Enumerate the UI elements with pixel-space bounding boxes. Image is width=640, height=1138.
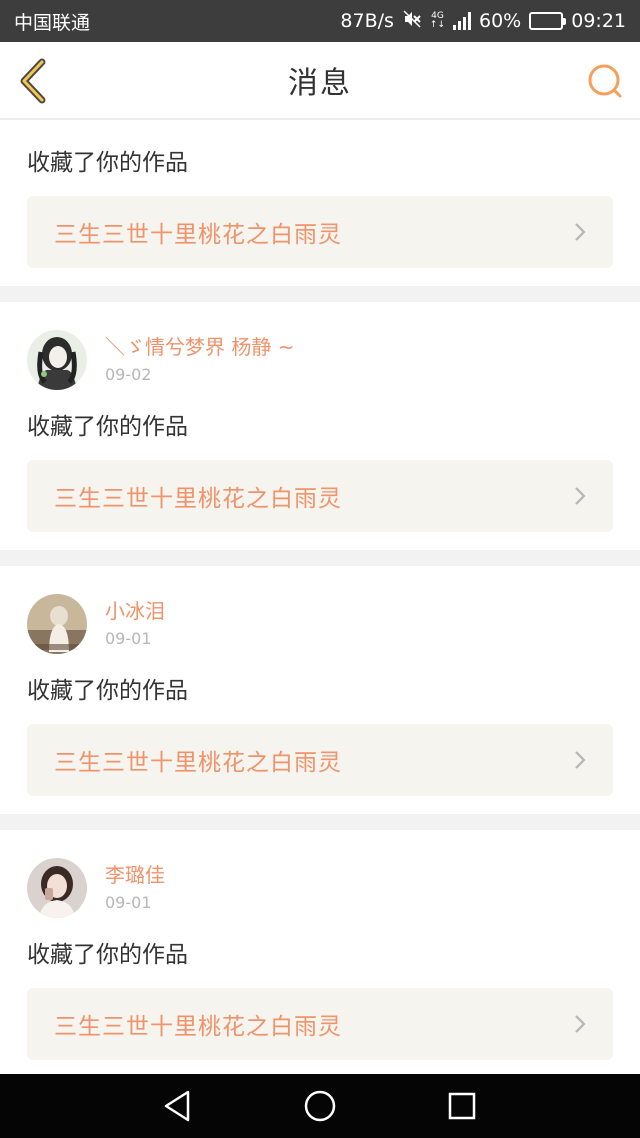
avatar[interactable] bbox=[27, 330, 87, 390]
chevron-right-icon bbox=[575, 223, 586, 241]
mute-icon bbox=[402, 9, 422, 34]
search-icon bbox=[588, 64, 622, 98]
message-card: 小冰泪 09-01 收藏了你的作品 三生三世十里桃花之白雨灵 bbox=[0, 566, 640, 814]
user-meta: 李璐佳 09-01 bbox=[105, 862, 165, 914]
chevron-right-icon bbox=[575, 751, 586, 769]
user-row[interactable]: 小冰泪 09-01 bbox=[27, 594, 165, 654]
search-button[interactable] bbox=[586, 62, 624, 100]
message-card: ＼ゞ情兮梦界 杨静 ~ 09-02 收藏了你的作品 三生三世十里桃花之白雨灵 bbox=[0, 302, 640, 550]
message-date: 09-02 bbox=[105, 365, 152, 384]
nav-bar: 消息 bbox=[0, 42, 640, 120]
message-action: 收藏了你的作品 bbox=[27, 942, 188, 968]
message-action: 收藏了你的作品 bbox=[27, 414, 188, 440]
user-row[interactable]: ＼ゞ情兮梦界 杨静 ~ 09-02 bbox=[27, 330, 294, 390]
message-card: 李璐佳 09-01 收藏了你的作品 三生三世十里桃花之白雨灵 bbox=[0, 830, 640, 1074]
message-date: 09-01 bbox=[105, 629, 152, 648]
user-meta: 小冰泪 09-01 bbox=[105, 598, 165, 650]
user-meta: ＼ゞ情兮梦界 杨静 ~ 09-02 bbox=[105, 334, 294, 386]
chevron-right-icon bbox=[575, 1015, 586, 1033]
home-circle-icon bbox=[304, 1090, 336, 1122]
page-title: 消息 bbox=[288, 66, 352, 101]
chevron-right-icon bbox=[575, 487, 586, 505]
signal-icon bbox=[453, 12, 471, 30]
username[interactable]: 李璐佳 bbox=[105, 862, 165, 888]
system-back-button[interactable] bbox=[160, 1088, 196, 1124]
carrier-name: 中国联通 bbox=[14, 11, 91, 34]
back-triangle-icon bbox=[164, 1090, 190, 1122]
username[interactable]: ＼ゞ情兮梦界 杨静 ~ bbox=[105, 334, 294, 360]
clock: 09:21 bbox=[571, 10, 626, 32]
back-button[interactable] bbox=[16, 58, 50, 104]
message-action: 收藏了你的作品 bbox=[27, 678, 188, 704]
status-bar: 中国联通 87B/s 4G ↑↓ 60% 09:21 bbox=[0, 0, 640, 42]
work-link[interactable]: 三生三世十里桃花之白雨灵 bbox=[27, 988, 613, 1060]
status-icons: 87B/s 4G ↑↓ 60% 09:21 bbox=[340, 9, 626, 34]
work-link[interactable]: 三生三世十里桃花之白雨灵 bbox=[27, 460, 613, 532]
system-recents-button[interactable] bbox=[444, 1088, 480, 1124]
work-link[interactable]: 三生三世十里桃花之白雨灵 bbox=[27, 196, 613, 268]
system-home-button[interactable] bbox=[302, 1088, 338, 1124]
network-speed: 87B/s bbox=[340, 10, 394, 32]
username[interactable]: 小冰泪 bbox=[105, 598, 165, 624]
network-type: 4G ↑↓ bbox=[429, 11, 445, 30]
recents-square-icon bbox=[448, 1092, 476, 1120]
message-date: 09-01 bbox=[105, 893, 152, 912]
chevron-left-icon bbox=[20, 58, 46, 104]
work-title: 三生三世十里桃花之白雨灵 bbox=[54, 1014, 342, 1040]
message-card: 收藏了你的作品 三生三世十里桃花之白雨灵 bbox=[0, 120, 640, 286]
user-row[interactable]: 李璐佳 09-01 bbox=[27, 858, 165, 918]
avatar[interactable] bbox=[27, 594, 87, 654]
work-title: 三生三世十里桃花之白雨灵 bbox=[54, 750, 342, 776]
message-list: 收藏了你的作品 三生三世十里桃花之白雨灵 ＼ゞ情兮梦界 杨静 ~ 09-02 收… bbox=[0, 120, 640, 1074]
work-link[interactable]: 三生三世十里桃花之白雨灵 bbox=[27, 724, 613, 796]
message-action: 收藏了你的作品 bbox=[27, 150, 188, 176]
work-title: 三生三世十里桃花之白雨灵 bbox=[54, 222, 342, 248]
battery-percent: 60% bbox=[479, 10, 522, 32]
battery-icon bbox=[529, 12, 567, 30]
work-title: 三生三世十里桃花之白雨灵 bbox=[54, 486, 342, 512]
system-nav-bar bbox=[0, 1074, 640, 1138]
avatar[interactable] bbox=[27, 858, 87, 918]
